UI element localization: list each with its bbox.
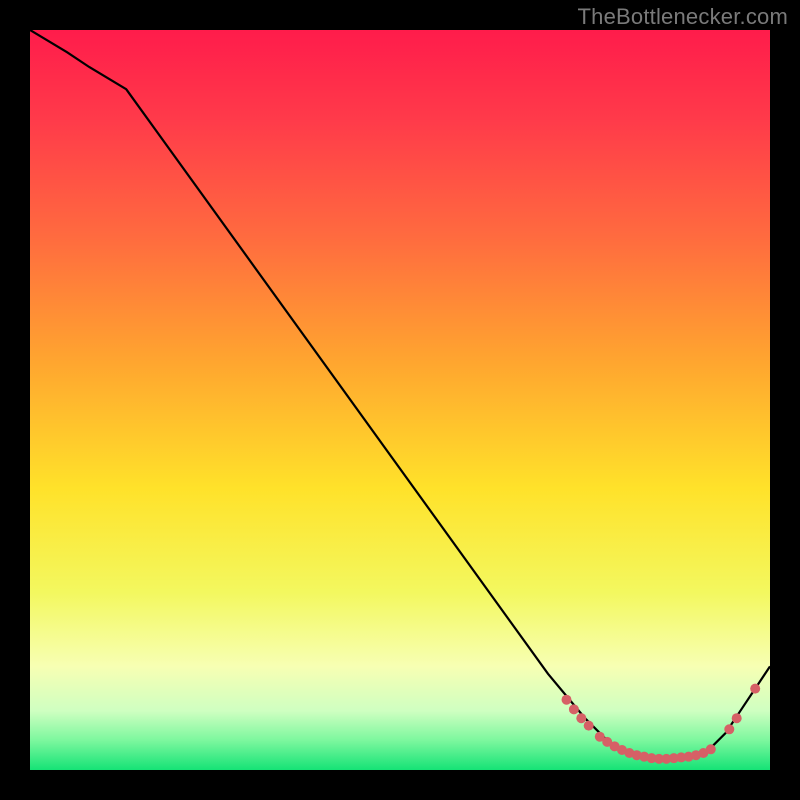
data-marker bbox=[750, 684, 760, 694]
chart-svg bbox=[30, 30, 770, 770]
data-marker bbox=[576, 713, 586, 723]
data-marker bbox=[732, 713, 742, 723]
data-marker bbox=[724, 724, 734, 734]
chart-frame: TheBottlenecker.com bbox=[0, 0, 800, 800]
gradient-rect bbox=[30, 30, 770, 770]
attribution-text: TheBottlenecker.com bbox=[578, 4, 788, 30]
data-marker bbox=[562, 695, 572, 705]
data-marker bbox=[569, 704, 579, 714]
data-marker bbox=[584, 721, 594, 731]
data-marker bbox=[706, 744, 716, 754]
plot-area bbox=[30, 30, 770, 770]
